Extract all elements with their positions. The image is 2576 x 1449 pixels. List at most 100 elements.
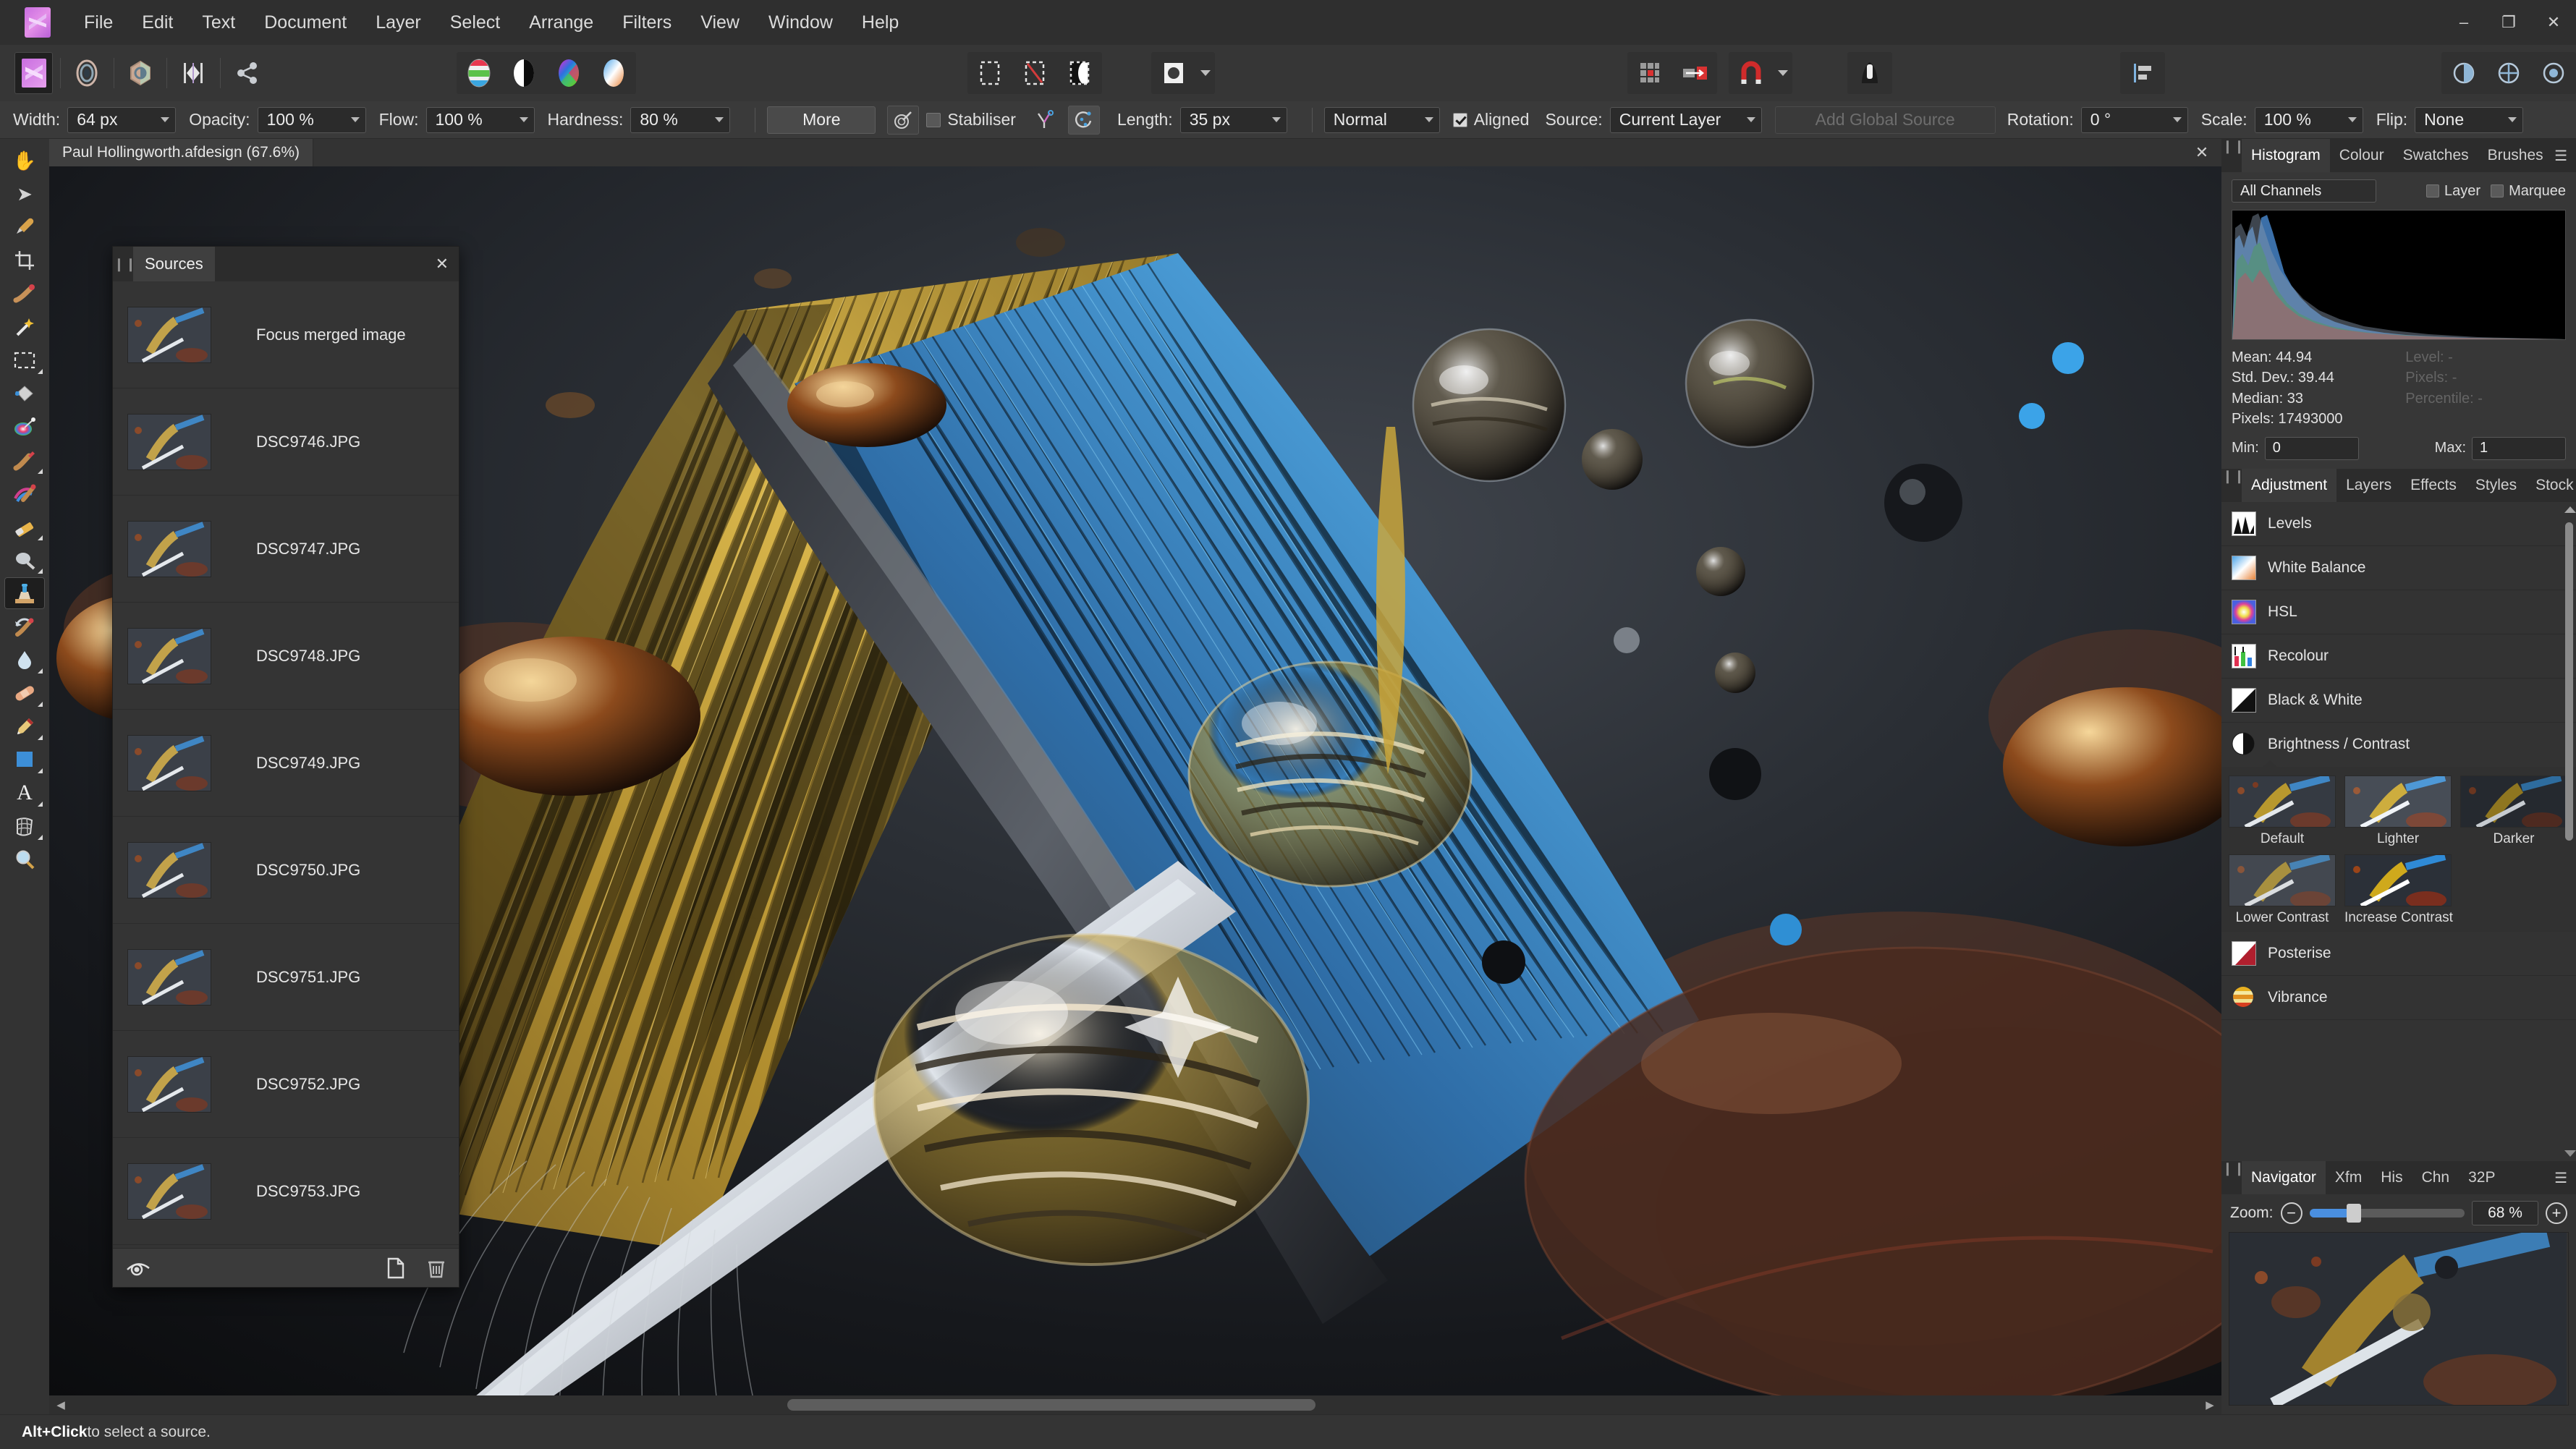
split-view-button[interactable] <box>2441 52 2486 94</box>
close-icon[interactable]: ✕ <box>436 247 449 281</box>
tab-his[interactable]: His <box>2371 1161 2412 1194</box>
adjustment-black-white[interactable]: Black & White <box>2221 679 2576 723</box>
flood-fill-tool[interactable] <box>4 378 45 409</box>
menu-edit[interactable]: Edit <box>127 0 187 45</box>
erase-brush-tool[interactable] <box>4 511 45 543</box>
trash-icon[interactable] <box>427 1257 446 1279</box>
drag-grip-icon[interactable]: ❙❙ <box>2222 469 2245 502</box>
sources-tab[interactable]: Sources <box>133 247 215 281</box>
marquee-checkbox[interactable]: Marquee <box>2491 183 2566 200</box>
zoom-value[interactable]: 68 % <box>2472 1201 2538 1225</box>
scroll-right-icon[interactable]: ▶ <box>2203 1395 2217 1414</box>
rope-stabiliser-button[interactable] <box>1029 106 1061 135</box>
tab-swatches[interactable]: Swatches <box>2394 139 2478 172</box>
menu-filters[interactable]: Filters <box>608 0 686 45</box>
persona-liquify-button[interactable] <box>68 52 106 94</box>
tab-chn[interactable]: Chn <box>2412 1161 2460 1194</box>
list-item[interactable]: DSC9751.JPG <box>113 924 459 1031</box>
preset-lighter[interactable]: Lighter <box>2344 775 2452 847</box>
adjustment-white-balance[interactable]: White Balance <box>2221 546 2576 590</box>
more-button[interactable]: More <box>767 106 876 134</box>
pen-tool[interactable] <box>4 710 45 742</box>
tab-layers[interactable]: Layers <box>2336 469 2401 502</box>
drag-grip-icon[interactable]: ❙❙ <box>2222 1161 2245 1194</box>
stabiliser-checkbox[interactable] <box>926 112 941 127</box>
plus-circle-icon[interactable]: + <box>2546 1202 2567 1224</box>
gradient-tool[interactable] <box>4 411 45 443</box>
marquee-tool[interactable] <box>4 344 45 376</box>
paint-mixer-tool[interactable] <box>4 477 45 509</box>
preset-increase-contrast[interactable]: Increase Contrast <box>2344 854 2453 926</box>
refine-mask-button[interactable] <box>1151 52 1196 94</box>
tab-xfm[interactable]: Xfm <box>2326 1161 2371 1194</box>
maximize-button[interactable]: ❐ <box>2486 0 2531 45</box>
zoom-slider[interactable] <box>2309 1204 2465 1223</box>
list-item[interactable]: DSC9753.JPG <box>113 1138 459 1245</box>
tab-navigator[interactable]: Navigator <box>2242 1161 2326 1194</box>
list-item[interactable]: DSC9749.JPG <box>113 710 459 817</box>
flood-select-tool[interactable] <box>4 311 45 343</box>
adjustment-scrollbar[interactable] <box>2564 506 2576 1157</box>
list-item[interactable]: Focus merged image <box>113 281 459 388</box>
menu-text[interactable]: Text <box>187 0 250 45</box>
flow-input[interactable]: 100 % <box>425 106 535 133</box>
aligned-checkbox[interactable] <box>1452 112 1467 127</box>
gradient-swatch-button[interactable] <box>591 52 636 94</box>
artistic-text-tool[interactable]: A <box>4 777 45 809</box>
sources-panel-header[interactable]: ❙❙ Sources ✕ <box>113 247 459 281</box>
preset-default[interactable]: Default <box>2229 775 2336 847</box>
rotation-input[interactable]: 0 ° <box>2080 106 2188 133</box>
deselect-button[interactable] <box>1012 52 1057 94</box>
add-global-source-button[interactable]: Add Global Source <box>1774 106 1996 134</box>
close-button[interactable]: ✕ <box>2531 0 2576 45</box>
scroll-left-icon[interactable]: ◀ <box>54 1395 68 1414</box>
hardness-input[interactable]: 80 % <box>630 106 731 133</box>
new-document-icon[interactable] <box>386 1257 405 1279</box>
mesh-warp-tool[interactable] <box>4 810 45 842</box>
snap-to-button[interactable] <box>1672 52 1717 94</box>
eye-icon[interactable] <box>126 1259 151 1277</box>
black-white-swatch-button[interactable] <box>501 52 546 94</box>
flip-select[interactable]: None <box>2415 106 2524 133</box>
select-all-button[interactable] <box>967 52 1012 94</box>
persona-photo-button[interactable] <box>14 52 54 94</box>
adjustment-hsl[interactable]: HSL <box>2221 590 2576 634</box>
min-input[interactable]: 0 <box>2264 436 2359 460</box>
max-input[interactable]: 1 <box>2472 436 2566 460</box>
snap-magnet-button[interactable] <box>1729 52 1774 94</box>
document-tab[interactable]: Paul Hollingworth.afdesign (67.6%) <box>49 139 314 166</box>
adjustment-list[interactable]: Levels White Balance HSL Recolour Black … <box>2221 501 2576 1161</box>
menu-view[interactable]: View <box>686 0 754 45</box>
menu-layer[interactable]: Layer <box>361 0 436 45</box>
menu-arrange[interactable]: Arrange <box>514 0 608 45</box>
zoom-slider-handle[interactable] <box>2346 1204 2361 1223</box>
tab-effects[interactable]: Effects <box>2401 469 2466 502</box>
opacity-input[interactable]: 100 % <box>257 106 366 133</box>
scale-input[interactable]: 100 % <box>2254 106 2363 133</box>
paint-brush-tool[interactable] <box>4 444 45 476</box>
blend-mode-select[interactable]: Normal <box>1323 106 1440 133</box>
tab-styles[interactable]: Styles <box>2466 469 2526 502</box>
menu-file[interactable]: File <box>69 0 127 45</box>
healing-brush-tool[interactable] <box>4 677 45 709</box>
colour-wheel-button[interactable] <box>546 52 591 94</box>
sources-list[interactable]: Focus merged image DSC9746.JPG DSC9747.J… <box>113 281 459 1248</box>
refine-mask-dropdown[interactable] <box>1196 52 1215 94</box>
tab-adjustment[interactable]: Adjustment <box>2242 468 2337 502</box>
histogram-graph[interactable] <box>2232 210 2566 340</box>
panel-menu-icon[interactable]: ☰ <box>2554 139 2567 172</box>
persona-export-button[interactable] <box>228 52 266 94</box>
horizontal-scroll-thumb[interactable] <box>787 1399 1315 1411</box>
tab-32p[interactable]: 32P <box>2459 1161 2504 1194</box>
persona-develop-button[interactable] <box>121 52 159 94</box>
navigator-preview[interactable] <box>2229 1232 2569 1406</box>
layer-checkbox[interactable]: Layer <box>2426 183 2480 200</box>
align-button[interactable] <box>2120 52 2165 94</box>
colour-picker-tool[interactable] <box>4 211 45 243</box>
persona-tone-mapping-button[interactable] <box>174 52 213 94</box>
menu-help[interactable]: Help <box>847 0 913 45</box>
rectangle-tool[interactable] <box>4 744 45 776</box>
adjustment-vibrance[interactable]: Vibrance <box>2221 976 2576 1020</box>
show-grid-button[interactable] <box>1627 52 1672 94</box>
mirror-view-button[interactable] <box>2486 52 2531 94</box>
